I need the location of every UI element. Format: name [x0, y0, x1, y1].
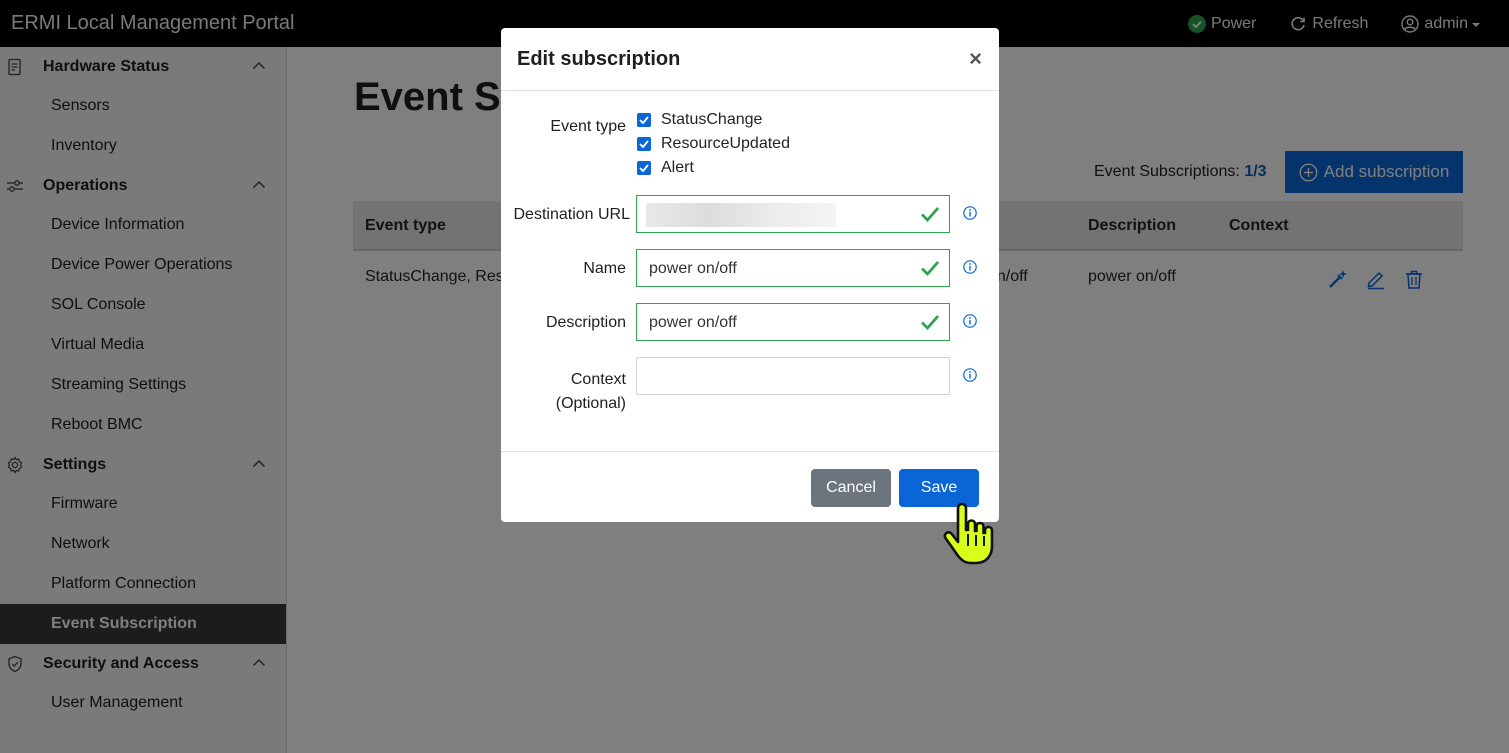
checkbox-label: StatusChange: [661, 111, 763, 128]
redacted-url: [646, 203, 836, 227]
info-icon[interactable]: [963, 314, 977, 328]
context-label: Context (Optional): [556, 368, 626, 416]
hand-cursor-icon: [943, 502, 994, 565]
context-label-line-2: (Optional): [555, 395, 626, 412]
valid-check-icon: [921, 207, 940, 223]
modal-header: Edit subscription ×: [501, 28, 999, 91]
description-field[interactable]: power on/off: [636, 303, 950, 341]
context-label-line-1: Context: [570, 371, 626, 388]
modal-footer: Cancel Save: [501, 451, 999, 522]
valid-check-icon: [921, 261, 940, 277]
name-label: Name: [583, 260, 626, 277]
checkbox-resource-updated[interactable]: ResourceUpdated: [637, 135, 790, 153]
info-icon[interactable]: [963, 368, 977, 382]
info-icon[interactable]: [963, 260, 977, 274]
description-value: power on/off: [649, 314, 737, 331]
modal-title: Edit subscription: [517, 48, 681, 70]
info-icon[interactable]: [963, 206, 977, 220]
edit-subscription-modal: Edit subscription × Event type StatusCha…: [501, 28, 999, 522]
checkbox-checked-icon: [637, 137, 651, 151]
checkbox-label: Alert: [661, 159, 694, 176]
event-type-label: Event type: [550, 118, 626, 135]
destination-url-label: Destination URL: [513, 206, 631, 223]
name-field[interactable]: power on/off: [636, 249, 950, 287]
close-icon[interactable]: ×: [969, 46, 982, 72]
checkbox-alert[interactable]: Alert: [637, 159, 694, 177]
name-value: power on/off: [649, 260, 737, 277]
checkbox-checked-icon: [637, 113, 651, 127]
checkbox-status-change[interactable]: StatusChange: [637, 111, 762, 129]
checkbox-checked-icon: [637, 161, 651, 175]
context-field[interactable]: [636, 357, 950, 395]
cancel-button[interactable]: Cancel: [811, 469, 891, 507]
valid-check-icon: [921, 315, 940, 331]
destination-url-field[interactable]: [636, 195, 950, 233]
description-label: Description: [545, 314, 626, 331]
checkbox-label: ResourceUpdated: [661, 135, 790, 152]
